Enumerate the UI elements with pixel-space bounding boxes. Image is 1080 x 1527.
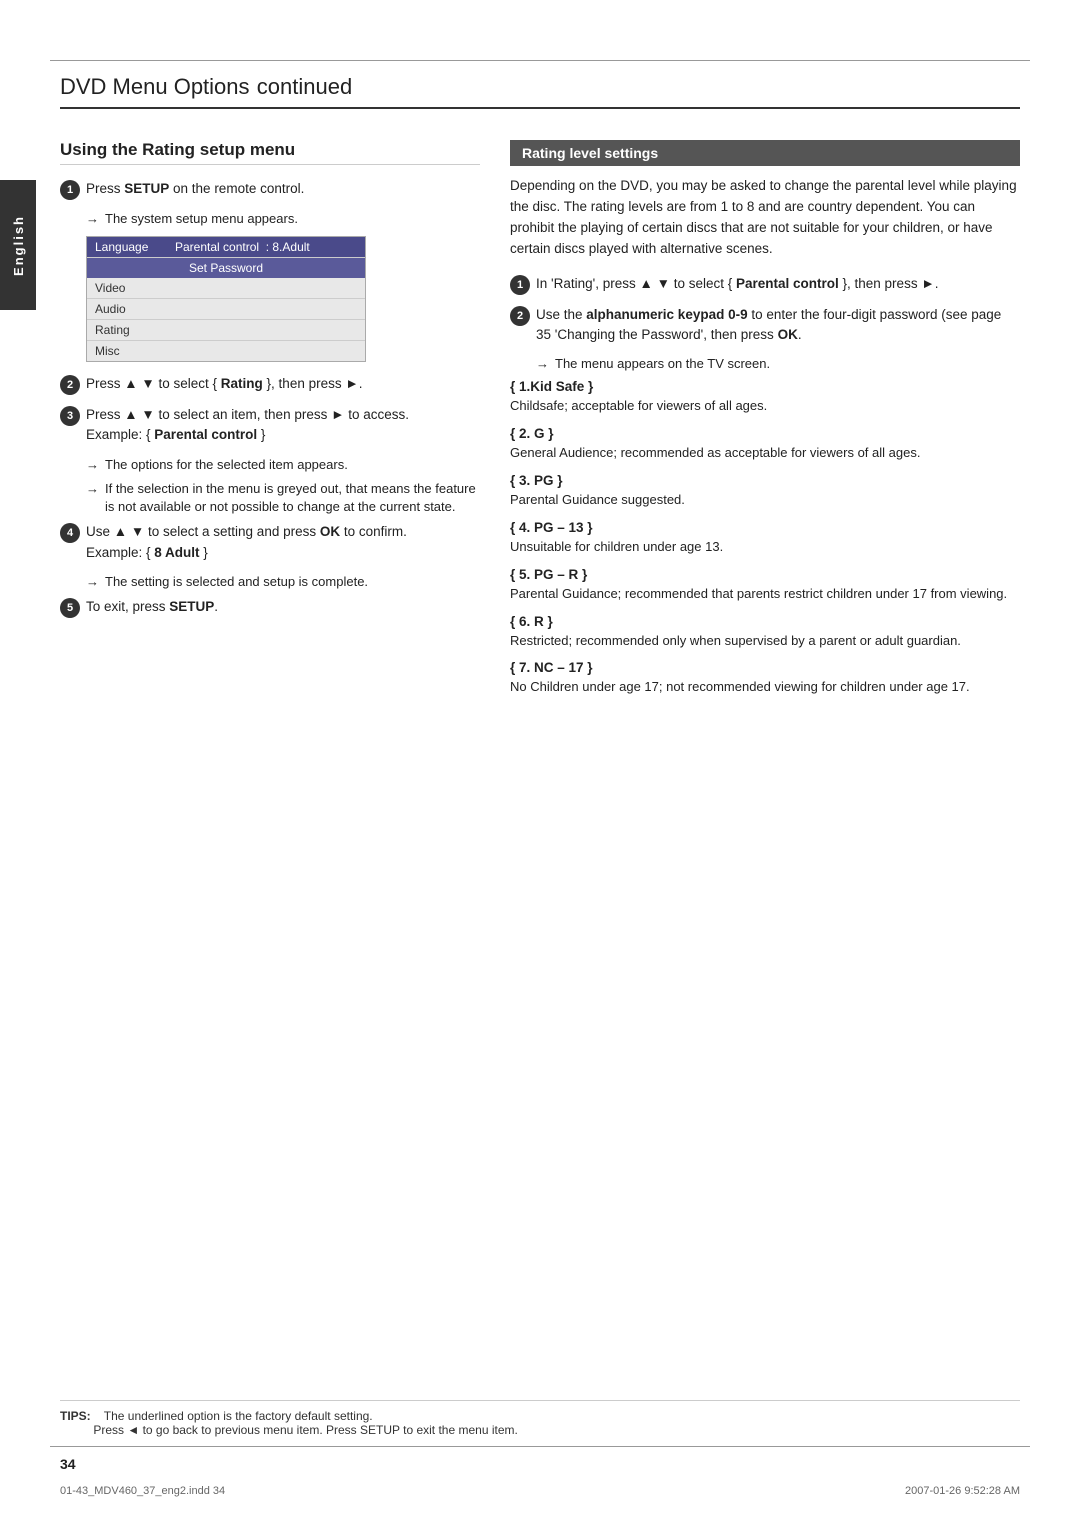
right-step-1: 1 In 'Rating', press ▲ ▼ to select { Par… bbox=[510, 274, 1020, 295]
sidebar-label: English bbox=[11, 215, 26, 276]
menu-row-video: Video bbox=[87, 278, 365, 299]
step-1: 1 Press SETUP on the remote control. bbox=[60, 179, 480, 200]
page-title: DVD Menu Options continued bbox=[60, 70, 1020, 109]
step-4: 4 Use ▲ ▼ to select a setting and press … bbox=[60, 522, 480, 563]
bottom-rule bbox=[50, 1446, 1030, 1447]
rating-1: { 1.Kid Safe } Childsafe; acceptable for… bbox=[510, 379, 1020, 416]
step-4-num: 4 bbox=[60, 523, 80, 543]
step-1-content: Press SETUP on the remote control. bbox=[86, 179, 304, 199]
top-rule bbox=[50, 60, 1030, 61]
rating-box-header: Rating level settings bbox=[510, 140, 1020, 166]
right-intro: Depending on the DVD, you may be asked t… bbox=[510, 176, 1020, 260]
step-3-sub-2: If the selection in the menu is greyed o… bbox=[86, 480, 480, 516]
step-5: 5 To exit, press SETUP. bbox=[60, 597, 480, 618]
step-1-sub: The system setup menu appears. bbox=[86, 210, 480, 228]
tips-line1: The underlined option is the factory def… bbox=[104, 1409, 373, 1423]
footer-left: 01-43_MDV460_37_eng2.indd 34 bbox=[60, 1485, 225, 1497]
step-2-content: Press ▲ ▼ to select { Rating }, then pre… bbox=[86, 374, 363, 394]
right-step-1-content: In 'Rating', press ▲ ▼ to select { Paren… bbox=[536, 274, 938, 294]
tips-label: TIPS: bbox=[60, 1409, 91, 1423]
menu-row-audio: Audio bbox=[87, 299, 365, 320]
tips-line2: Press ◄ to go back to previous menu item… bbox=[93, 1423, 518, 1437]
step-4-sub: The setting is selected and setup is com… bbox=[86, 573, 480, 591]
step-3-num: 3 bbox=[60, 406, 80, 426]
rating-6: { 6. R } Restricted; recommended only wh… bbox=[510, 614, 1020, 651]
step-5-num: 5 bbox=[60, 598, 80, 618]
right-step-1-num: 1 bbox=[510, 275, 530, 295]
menu-row-misc: Misc bbox=[87, 341, 365, 361]
menu-row-highlighted: Language Parental control : 8.Adult bbox=[87, 237, 365, 258]
right-step-2: 2 Use the alphanumeric keypad 0-9 to ent… bbox=[510, 305, 1020, 346]
left-column: Using the Rating setup menu 1 Press SETU… bbox=[60, 140, 480, 707]
rating-4: { 4. PG – 13 } Unsuitable for children u… bbox=[510, 520, 1020, 557]
right-step-2-num: 2 bbox=[510, 306, 530, 326]
rating-5: { 5. PG – R } Parental Guidance; recomme… bbox=[510, 567, 1020, 604]
tips-area: TIPS: The underlined option is the facto… bbox=[60, 1400, 1020, 1437]
page-container: English DVD Menu Options continued Using… bbox=[0, 0, 1080, 1527]
menu-row-rating: Rating bbox=[87, 320, 365, 341]
step-3-content: Press ▲ ▼ to select an item, then press … bbox=[86, 405, 409, 446]
step-3-sub-1: The options for the selected item appear… bbox=[86, 456, 480, 474]
right-column: Rating level settings Depending on the D… bbox=[510, 140, 1020, 707]
left-section-title: Using the Rating setup menu bbox=[60, 140, 480, 165]
rating-7: { 7. NC – 17 } No Children under age 17;… bbox=[510, 660, 1020, 697]
rating-3: { 3. PG } Parental Guidance suggested. bbox=[510, 473, 1020, 510]
step-1-num: 1 bbox=[60, 180, 80, 200]
footer-right: 2007-01-26 9:52:28 AM bbox=[905, 1485, 1020, 1497]
step-5-content: To exit, press SETUP. bbox=[86, 597, 218, 617]
step-3: 3 Press ▲ ▼ to select an item, then pres… bbox=[60, 405, 480, 446]
right-step-2-sub: The menu appears on the TV screen. bbox=[536, 355, 1020, 373]
step-2: 2 Press ▲ ▼ to select { Rating }, then p… bbox=[60, 374, 480, 395]
content-area: Using the Rating setup menu 1 Press SETU… bbox=[60, 140, 1020, 707]
step-2-num: 2 bbox=[60, 375, 80, 395]
step-4-content: Use ▲ ▼ to select a setting and press OK… bbox=[86, 522, 407, 563]
sidebar-tab: English bbox=[0, 180, 36, 310]
footer-info: 01-43_MDV460_37_eng2.indd 34 2007-01-26 … bbox=[60, 1485, 1020, 1497]
menu-sub-row: Set Password bbox=[87, 258, 365, 278]
menu-screenshot: Language Parental control : 8.Adult Set … bbox=[86, 236, 366, 362]
rating-2: { 2. G } General Audience; recommended a… bbox=[510, 426, 1020, 463]
right-step-2-content: Use the alphanumeric keypad 0-9 to enter… bbox=[536, 305, 1020, 346]
page-header: DVD Menu Options continued bbox=[60, 70, 1020, 109]
page-number: 34 bbox=[60, 1456, 76, 1472]
